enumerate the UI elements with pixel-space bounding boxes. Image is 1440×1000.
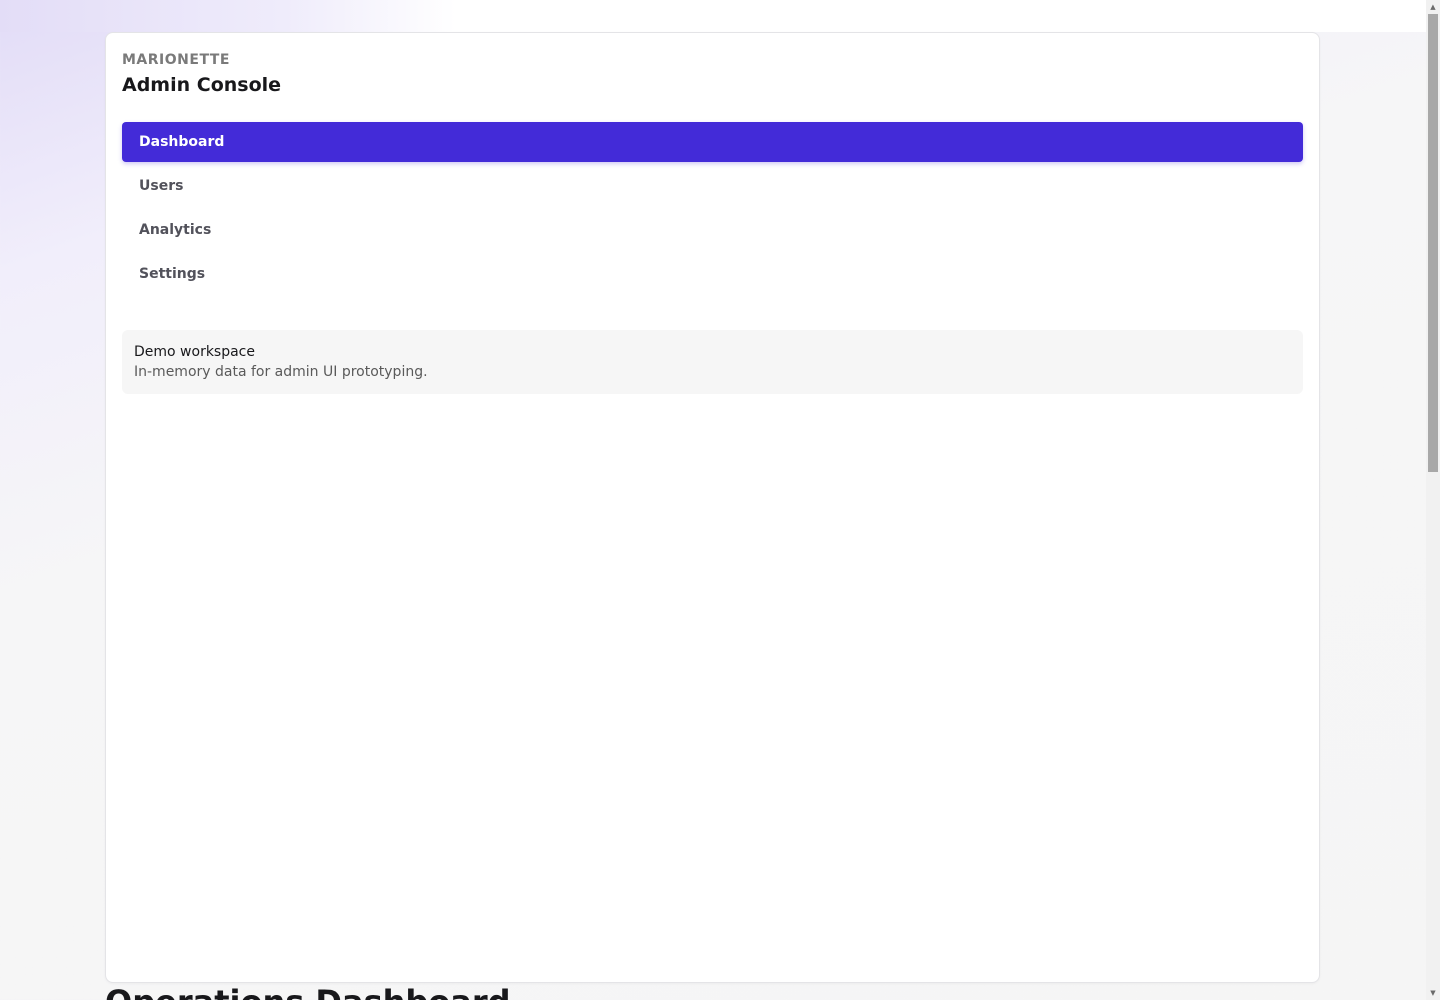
page-title: Operations Dashboard (105, 982, 511, 1000)
workspace-card: Demo workspace In-memory data for admin … (122, 330, 1303, 394)
sidebar-item-users[interactable]: Users (122, 166, 1303, 206)
sidebar-item-dashboard[interactable]: Dashboard (122, 122, 1303, 162)
scrollbar-thumb[interactable] (1428, 14, 1438, 472)
sidebar-item-settings[interactable]: Settings (122, 254, 1303, 294)
scroll-down-arrow-icon[interactable]: ▼ (1426, 986, 1440, 1000)
brand-eyebrow: MARIONETTE (122, 52, 230, 68)
scroll-up-arrow-icon[interactable]: ▲ (1426, 0, 1440, 14)
sidebar-nav: Dashboard Users Analytics Settings (122, 122, 1303, 294)
sidebar-panel: MARIONETTE Admin Console Dashboard Users… (105, 32, 1320, 983)
page-scrollbar[interactable]: ▲ ▼ (1426, 0, 1440, 1000)
sidebar-item-analytics[interactable]: Analytics (122, 210, 1303, 250)
workspace-name: Demo workspace (134, 344, 255, 360)
brand-title: Admin Console (122, 74, 282, 96)
top-background (0, 0, 1426, 32)
workspace-description: In-memory data for admin UI prototyping. (134, 364, 428, 380)
